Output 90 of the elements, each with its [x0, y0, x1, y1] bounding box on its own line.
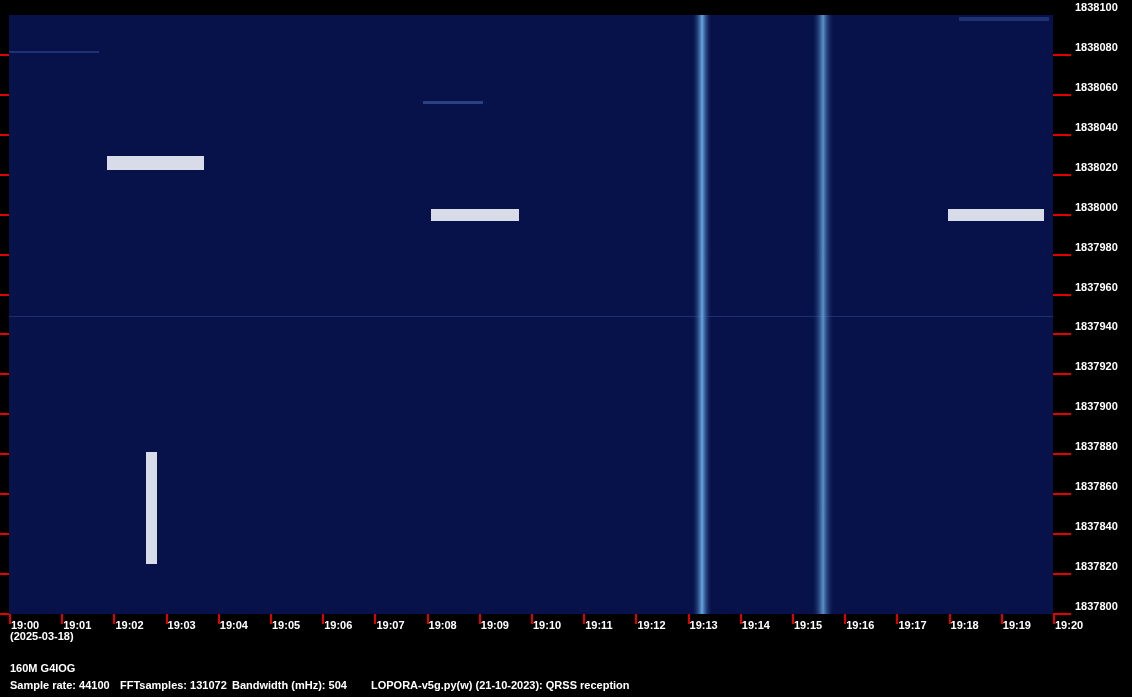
frequency-label: 1837920 [1075, 360, 1118, 374]
time-label: 19:16 [846, 619, 875, 632]
tick-mark [270, 614, 272, 624]
frequency-label: 1838020 [1075, 160, 1118, 174]
tick-mark [1053, 373, 1071, 376]
tick-mark [1053, 93, 1071, 96]
tick-mark [322, 614, 325, 624]
tick-mark [0, 53, 9, 56]
tick-mark [896, 614, 899, 624]
tick-mark [1053, 293, 1071, 296]
tick-mark [1053, 453, 1071, 456]
time-label: 19:03 [167, 619, 196, 632]
tick-mark [1053, 253, 1071, 256]
tick-mark [0, 493, 9, 496]
tick-mark [374, 614, 377, 624]
tick-mark [0, 413, 9, 416]
tick-mark [113, 614, 116, 624]
tick-mark [165, 614, 168, 624]
time-label: 19:07 [376, 619, 405, 632]
tick-mark [217, 614, 220, 624]
info-text: Bandwidth (mHz): 504 [232, 679, 347, 692]
time-label: 19:10 [533, 619, 562, 632]
frequency-label: 1837900 [1075, 400, 1118, 414]
info-text: Sample rate: 44100 [10, 679, 110, 692]
station-label: 160M G4IOG [10, 662, 76, 675]
tick-mark [844, 614, 847, 624]
tick-mark [0, 253, 9, 256]
tick-mark [1053, 213, 1071, 216]
tick-mark [1053, 133, 1071, 136]
tick-mark [687, 614, 690, 624]
frequency-label: 1838060 [1075, 80, 1118, 94]
tick-mark [948, 614, 951, 624]
time-label: 19:19 [1002, 619, 1031, 632]
time-label: 19:04 [219, 619, 248, 632]
tick-mark [0, 373, 9, 376]
tick-mark [1053, 413, 1071, 416]
time-label: 19:12 [637, 619, 666, 632]
tick-mark [1000, 614, 1003, 624]
time-label: 19:02 [115, 619, 144, 632]
tick-mark [0, 533, 9, 536]
date-label: (2025-03-18) [10, 630, 74, 643]
time-label: 19:05 [272, 619, 301, 632]
frequency-label: 1837980 [1075, 240, 1118, 254]
info-text: LOPORA-v5g.py(w) (21-10-2023): QRSS reception [371, 679, 630, 692]
tick-mark [583, 614, 586, 624]
frequency-label: 1838040 [1075, 120, 1118, 134]
frequency-label: 1837840 [1075, 520, 1118, 534]
frequency-label: 1837860 [1075, 480, 1118, 494]
tick-mark [0, 453, 9, 456]
tick-mark [0, 93, 9, 96]
info-text: FFTsamples: 131072 [120, 679, 227, 692]
tick-mark [1053, 53, 1071, 56]
time-label: 19:13 [689, 619, 718, 632]
time-label: 19:17 [898, 619, 927, 632]
tick-mark [739, 614, 742, 624]
time-label: 19:01 [63, 619, 92, 632]
frequency-label: 1838100 [1075, 1, 1118, 14]
tick-mark [635, 614, 638, 624]
time-label: 19:08 [428, 619, 457, 632]
tick-mark [0, 573, 9, 576]
time-label: 19:15 [794, 619, 823, 632]
frequency-label: 1838080 [1075, 40, 1118, 54]
tick-mark [1053, 573, 1071, 576]
frequency-label: 1837940 [1075, 320, 1118, 334]
frequency-label: 1838000 [1075, 200, 1118, 214]
frequency-label: 1837880 [1075, 440, 1118, 454]
tick-mark [0, 213, 9, 216]
tick-mark [426, 614, 429, 624]
time-label: 19:11 [585, 619, 613, 632]
tick-mark [1053, 533, 1071, 536]
tick-mark [531, 614, 533, 624]
frequency-label: 1837960 [1075, 280, 1118, 294]
frequency-label: 1837820 [1075, 560, 1118, 574]
tick-mark [792, 614, 794, 624]
time-label: 19:00 [11, 619, 40, 632]
tick-mark [0, 293, 9, 296]
frequency-label: 1837800 [1075, 600, 1118, 613]
time-label: 19:14 [741, 619, 770, 632]
tick-mark [1053, 333, 1071, 336]
tick-mark [0, 133, 9, 136]
tick-mark [478, 614, 481, 624]
tick-mark [1053, 173, 1071, 176]
tick-mark [0, 333, 9, 336]
tick-mark [0, 173, 9, 176]
time-label: 19:09 [480, 619, 509, 632]
time-label: 19:20 [1055, 619, 1084, 632]
time-label: 19:06 [324, 619, 353, 632]
time-label: 19:18 [950, 619, 979, 632]
tick-mark [1053, 493, 1071, 496]
tick-mark [61, 614, 64, 624]
